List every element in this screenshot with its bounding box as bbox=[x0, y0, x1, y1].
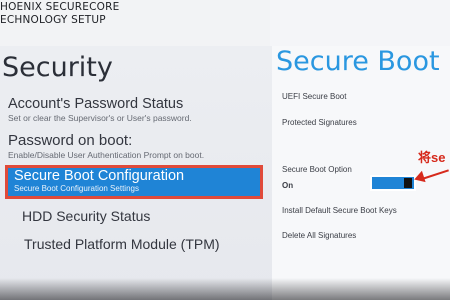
secure-boot-title: Secure Boot bbox=[276, 46, 440, 77]
vendor-name-line2: ECHNOLOGY SETUP bbox=[0, 14, 106, 26]
menu-item-label: Account's Password Status bbox=[8, 96, 184, 112]
menu-item-label: Password on boot: bbox=[8, 132, 133, 149]
page-title: Security bbox=[2, 52, 113, 83]
vendor-name-line1: HOENIX SECURECORE bbox=[0, 1, 120, 13]
secure-boot-option-label: Secure Boot Option bbox=[282, 165, 352, 174]
menu-item-label: Secure Boot Configuration bbox=[14, 168, 185, 184]
menu-item-label: HDD Security Status bbox=[22, 208, 151, 224]
secure-boot-toggle[interactable] bbox=[370, 175, 416, 191]
vendor-header: HOENIX SECURECORE ECHNOLOGY SETUP bbox=[0, 0, 270, 46]
secure-boot-option-value: On bbox=[282, 181, 294, 190]
toggle-knob bbox=[404, 178, 412, 188]
screen-bottom-edge bbox=[0, 278, 450, 300]
menu-item-desc: Set or clear the Supervisor's or User's … bbox=[8, 113, 192, 123]
annotation-text: 将se bbox=[418, 150, 446, 165]
menu-item-password-on-boot[interactable]: Password on boot: Enable/Disable User Au… bbox=[8, 132, 204, 160]
menu-item-password-status[interactable]: Account's Password Status Set or clear t… bbox=[8, 96, 192, 123]
menu-item-label: Trusted Platform Module (TPM) bbox=[24, 236, 220, 252]
menu-item-secure-boot-configuration[interactable]: Secure Boot Configuration Secure Boot Co… bbox=[5, 165, 263, 199]
delete-all-signatures-button[interactable]: Delete All Signatures bbox=[282, 231, 356, 240]
install-default-keys-button[interactable]: Install Default Secure Boot Keys bbox=[282, 206, 397, 215]
protected-signatures-label: Protected Signatures bbox=[282, 118, 357, 127]
right-header-bg bbox=[270, 0, 450, 46]
menu-item-tpm[interactable]: Trusted Platform Module (TPM) bbox=[24, 236, 220, 252]
menu-item-hdd-security-status[interactable]: HDD Security Status bbox=[22, 208, 150, 224]
left-panel: Security Account's Password Status Set o… bbox=[0, 46, 272, 300]
uefi-secure-boot-label: UEFI Secure Boot bbox=[282, 92, 347, 101]
menu-item-desc: Enable/Disable User Authentication Promp… bbox=[8, 150, 205, 160]
menu-item-desc: Secure Boot Configuration Settings bbox=[14, 184, 139, 193]
